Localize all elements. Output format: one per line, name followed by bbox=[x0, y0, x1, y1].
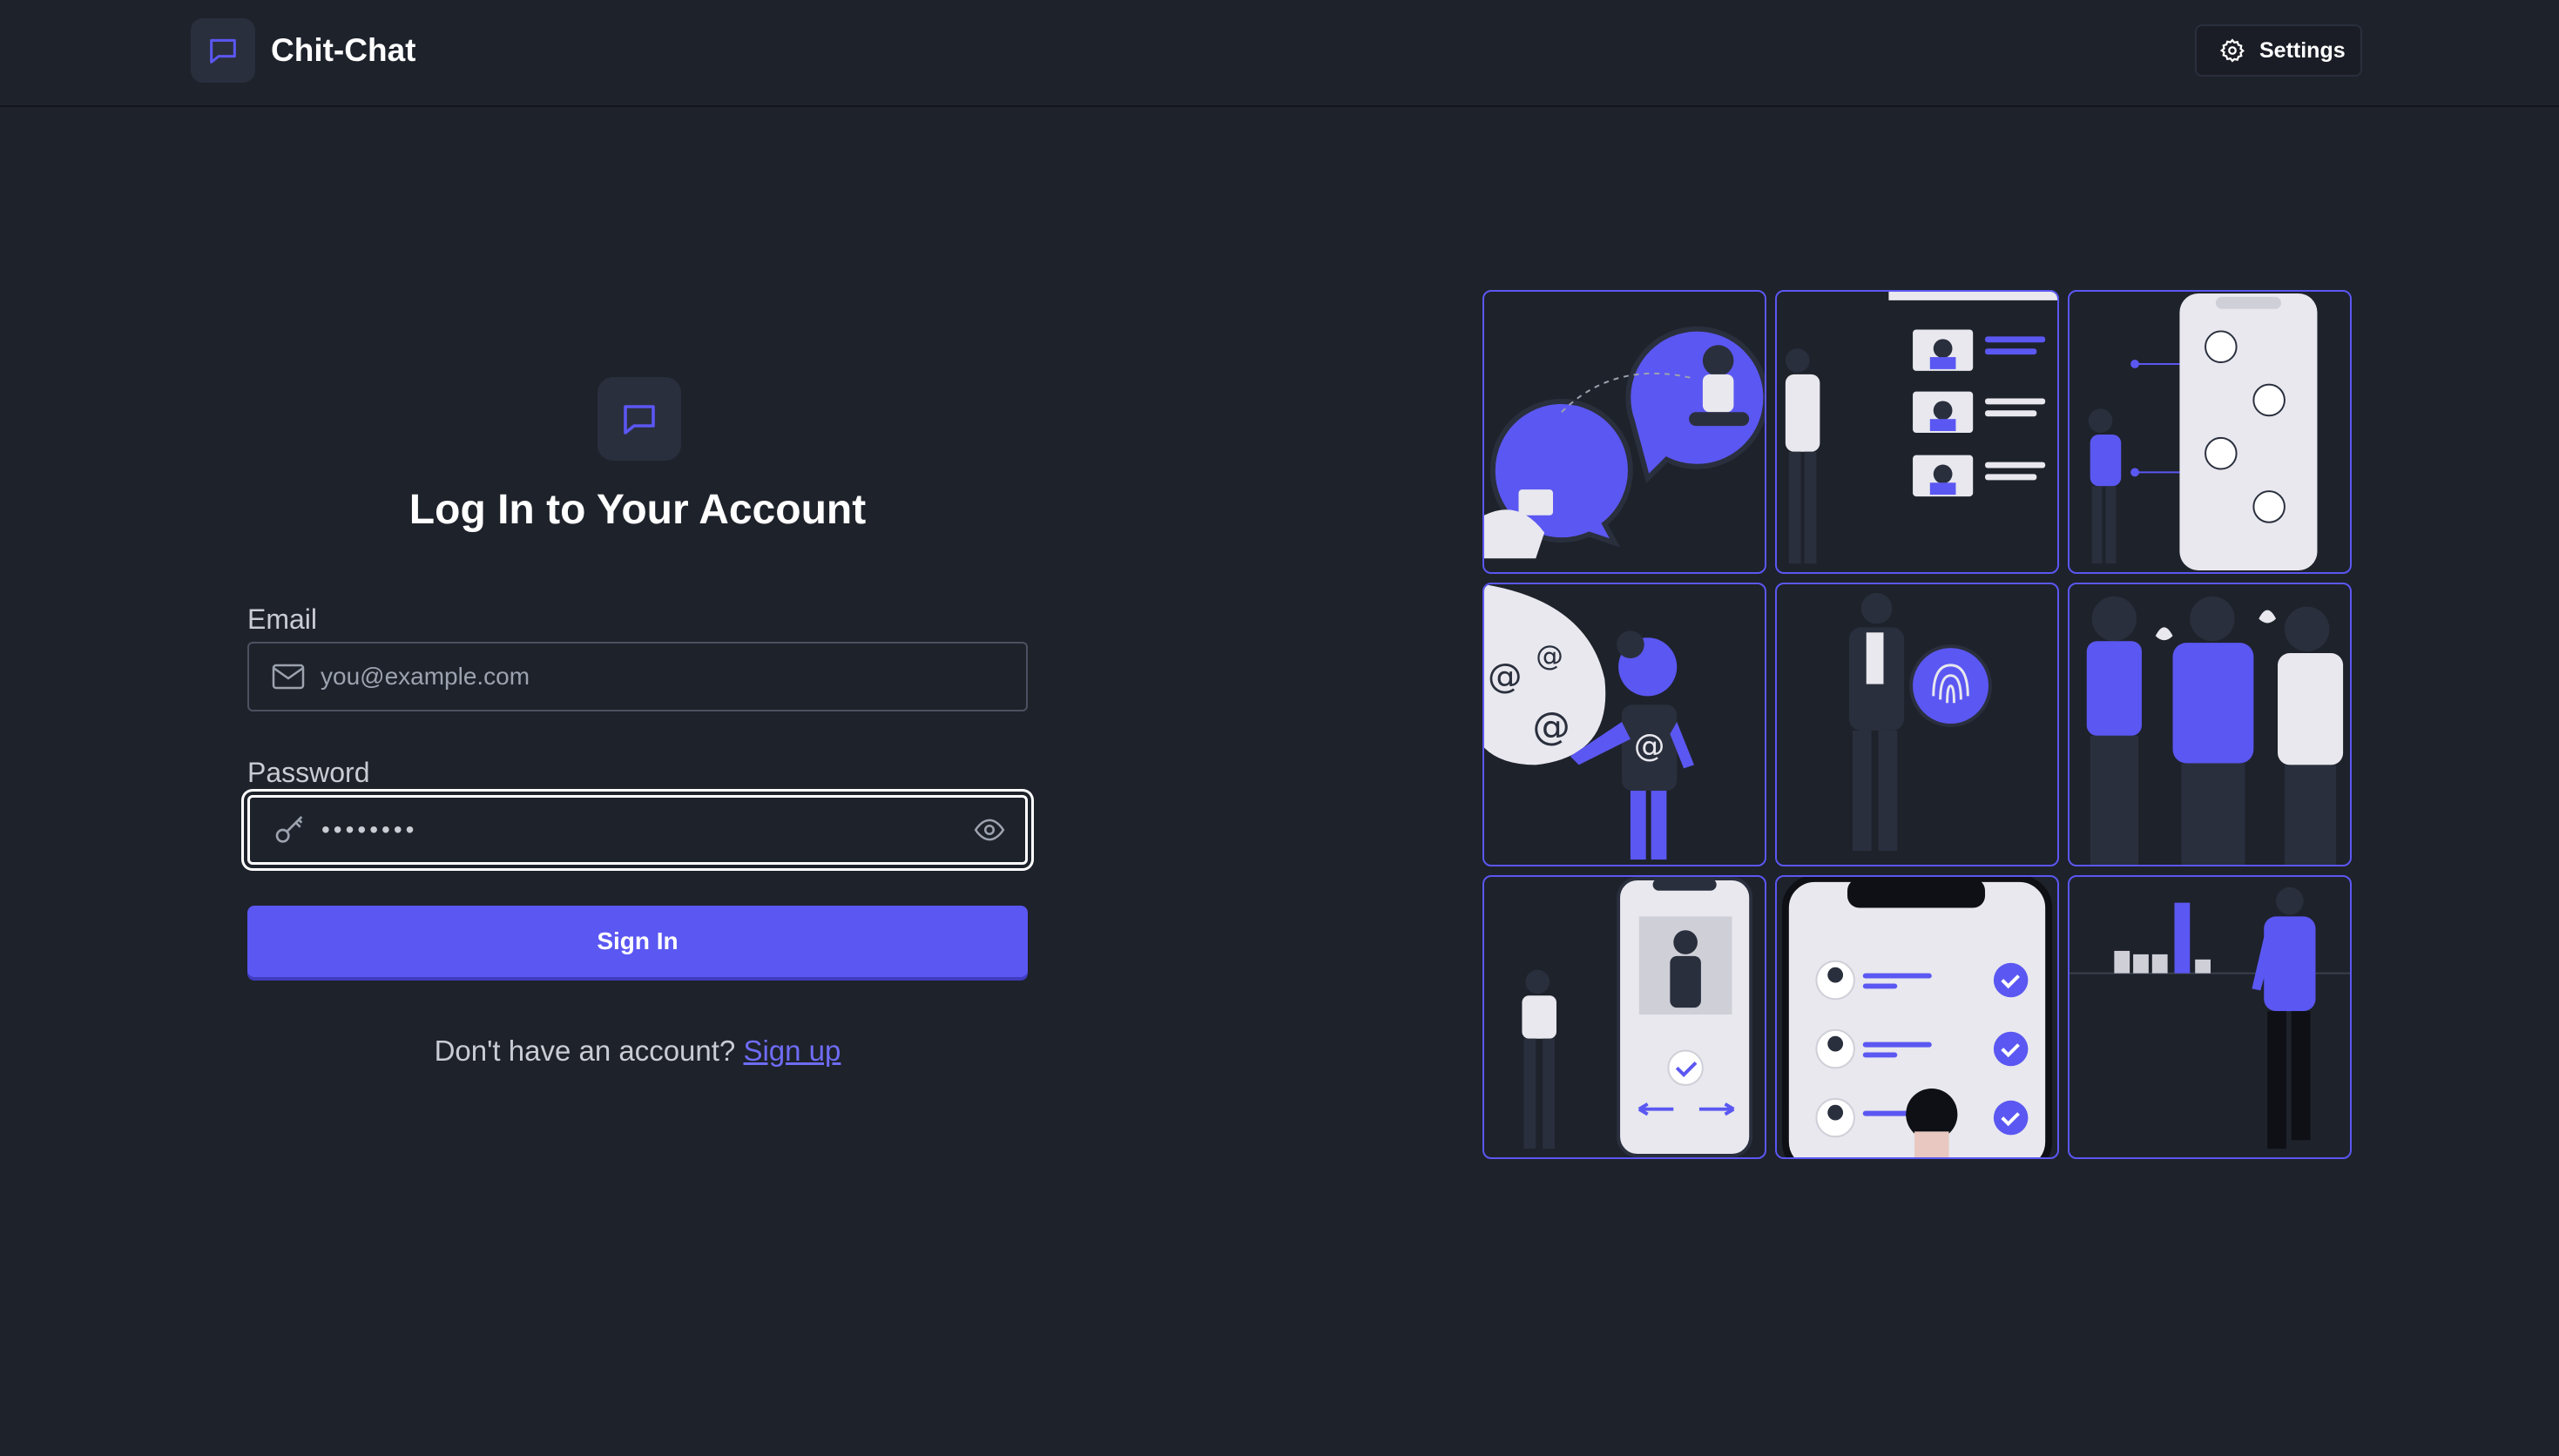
chat-bubble-icon bbox=[618, 398, 660, 440]
fingerprint-illustration bbox=[1775, 583, 2059, 866]
svg-text:@: @ bbox=[1532, 705, 1570, 749]
login-logo bbox=[598, 377, 681, 461]
chat-bubble-icon bbox=[206, 33, 240, 68]
chat-bubbles-illustration bbox=[1482, 290, 1766, 574]
password-value: •••••••• bbox=[321, 816, 418, 843]
checklist-phone-illustration bbox=[1775, 875, 2059, 1159]
phone-social-illustration bbox=[2068, 290, 2352, 574]
email-label: Email bbox=[247, 603, 318, 635]
profiles-list-illustration bbox=[1775, 290, 2059, 574]
app-title[interactable]: Chit-Chat bbox=[271, 30, 415, 71]
svg-text:@: @ bbox=[1488, 657, 1523, 697]
bar-chart-person-illustration bbox=[2068, 875, 2352, 1159]
sign-in-button[interactable]: Sign In bbox=[247, 906, 1028, 977]
sign-up-link[interactable]: Sign up bbox=[743, 1035, 841, 1067]
email-field[interactable]: you@example.com bbox=[247, 642, 1028, 711]
key-icon bbox=[273, 812, 307, 847]
gear-icon bbox=[2219, 37, 2245, 64]
phone-profile-illustration bbox=[1482, 875, 1766, 1159]
settings-label: Settings bbox=[2259, 37, 2346, 63]
password-field[interactable]: •••••••• bbox=[247, 795, 1028, 865]
top-navbar: Chit-Chat Settings bbox=[0, 0, 2559, 107]
signup-prompt: Don't have an account? bbox=[434, 1035, 736, 1067]
group-people-illustration bbox=[2068, 583, 2352, 866]
envelope-icon bbox=[272, 664, 305, 690]
logo[interactable] bbox=[191, 18, 255, 83]
eye-icon[interactable] bbox=[973, 813, 1006, 846]
svg-text:@: @ bbox=[1634, 729, 1665, 765]
page-title: Log In to Your Account bbox=[408, 487, 867, 533]
svg-text:@: @ bbox=[1536, 641, 1563, 672]
signup-prompt-line: Don't have an account? Sign up bbox=[247, 1035, 1028, 1068]
email-mentions-illustration: @ @ @ @ bbox=[1482, 583, 1766, 866]
email-placeholder: you@example.com bbox=[321, 663, 530, 690]
password-label: Password bbox=[247, 757, 370, 788]
illustration-grid: @ @ @ @ bbox=[1482, 290, 2354, 1161]
settings-button[interactable]: Settings bbox=[2195, 24, 2362, 77]
